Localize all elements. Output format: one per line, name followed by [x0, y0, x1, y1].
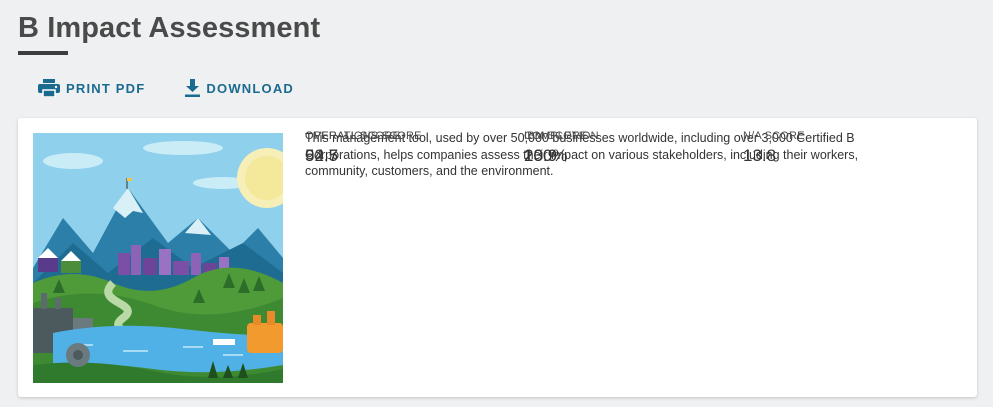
- print-pdf-label: PRINT PDF: [66, 80, 146, 96]
- download-label: DOWNLOAD: [206, 80, 295, 96]
- operations-score: OPERATIONS SCORE 54.7: [305, 130, 422, 166]
- download-button[interactable]: DOWNLOAD: [185, 79, 294, 97]
- scores-grid: OVERALL SCORE 92.5 COMPLETION 100% OPERA…: [305, 130, 915, 240]
- ibm-score-label: IBM SCORE: [524, 130, 588, 142]
- page-title: B Impact Assessment: [18, 12, 321, 44]
- print-pdf-button[interactable]: PRINT PDF: [38, 79, 145, 97]
- landscape-illustration: [33, 133, 283, 383]
- na-score: N/A SCORE 13.8: [743, 130, 805, 166]
- title-underline: [18, 51, 68, 55]
- na-score-value: 13.8: [743, 146, 777, 165]
- ibm-score-value: 23.9: [524, 146, 558, 165]
- na-score-label: N/A SCORE: [743, 130, 805, 142]
- printer-icon: [38, 79, 60, 97]
- operations-score-value: 54.7: [305, 146, 339, 165]
- download-icon: [185, 79, 201, 97]
- assessment-card: This management tool, used by over 50,00…: [18, 118, 977, 397]
- toolbar: PRINT PDF DOWNLOAD: [38, 79, 294, 97]
- operations-score-label: OPERATIONS SCORE: [305, 130, 422, 142]
- assessment-info: This management tool, used by over 50,00…: [305, 130, 915, 180]
- ibm-score: IBM SCORE 23.9: [524, 130, 588, 166]
